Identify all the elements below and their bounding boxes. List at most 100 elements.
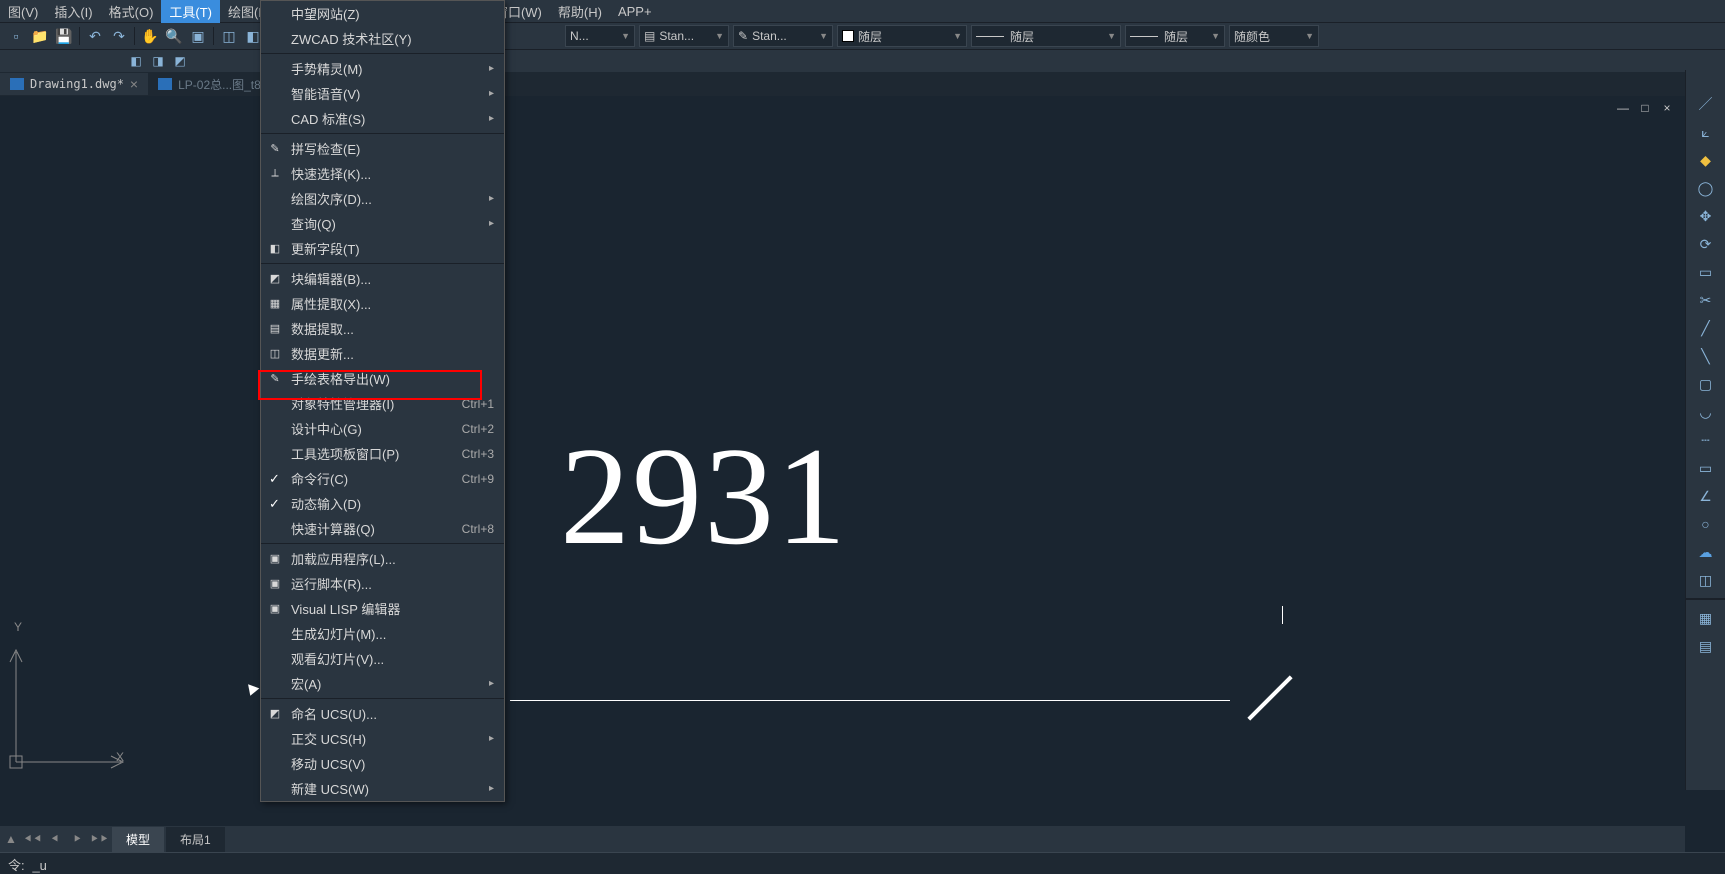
save-icon[interactable]: 💾 <box>53 25 75 47</box>
minimize-icon[interactable]: — <box>1615 100 1631 116</box>
plotstyle-dropdown[interactable]: 随颜色▼ <box>1229 25 1319 47</box>
line2-icon[interactable]: ╱ <box>1694 316 1718 340</box>
menu-insert[interactable]: 插入(I) <box>46 0 100 23</box>
undo-icon[interactable]: ↶ <box>84 25 106 47</box>
rect-icon[interactable]: ▭ <box>1694 260 1718 284</box>
dash-icon[interactable]: ┄ <box>1694 428 1718 452</box>
zoom-icon[interactable]: 🔍 <box>163 25 185 47</box>
menu-item[interactable]: ✎拼写检查(E) <box>261 136 504 161</box>
menu-item[interactable]: ▦属性提取(X)... <box>261 291 504 316</box>
menu-format[interactable]: 格式(O) <box>101 0 162 23</box>
menu-item[interactable]: 对象特性管理器(I)Ctrl+1 <box>261 391 504 416</box>
drawing-canvas[interactable]: 2931 Y X <box>0 96 1685 824</box>
textstyle-dropdown[interactable]: ▤Stan...▼ <box>639 25 729 47</box>
nav-last-icon[interactable]: ⯈⯈ <box>90 830 108 848</box>
menu-item[interactable]: 设计中心(G)Ctrl+2 <box>261 416 504 441</box>
doc-tab[interactable]: LP-02总...图_t8 <box>148 73 271 96</box>
layer-icon[interactable]: ◆ <box>1694 148 1718 172</box>
layout-tab-model[interactable]: 模型 <box>112 827 164 852</box>
menu-app[interactable]: APP+ <box>610 2 660 21</box>
close-icon[interactable]: × <box>1659 100 1675 116</box>
menu-separator <box>261 263 504 264</box>
menu-item[interactable]: ◫数据更新... <box>261 341 504 366</box>
menu-item[interactable]: ▣运行脚本(R)... <box>261 571 504 596</box>
line3-icon[interactable]: ╲ <box>1694 344 1718 368</box>
tool-icon[interactable]: ◨ <box>149 52 167 70</box>
nav-prev-icon[interactable]: ⯇⯇ <box>24 830 42 848</box>
circle-icon[interactable]: ◯ <box>1694 176 1718 200</box>
menu-item[interactable]: ⟂快速选择(K)... <box>261 161 504 186</box>
rotate-icon[interactable]: ⟳ <box>1694 232 1718 256</box>
tool-icon[interactable]: ◧ <box>127 52 145 70</box>
rect2-icon[interactable]: ▭ <box>1694 456 1718 480</box>
doc-tab-active[interactable]: Drawing1.dwg* × <box>0 73 148 95</box>
menu-item-label: 加载应用程序(L)... <box>291 549 396 568</box>
menu-item[interactable]: ✓命令行(C)Ctrl+9 <box>261 466 504 491</box>
menu-item[interactable]: ZWCAD 技术社区(Y) <box>261 26 504 51</box>
menu-item[interactable]: ◩块编辑器(B)... <box>261 266 504 291</box>
menu-item[interactable]: CAD 标准(S)▸ <box>261 106 504 131</box>
cloud-icon[interactable]: ☁ <box>1694 540 1718 564</box>
tool-icon[interactable]: ◩ <box>171 52 189 70</box>
menu-item-label: 命名 UCS(U)... <box>291 704 377 723</box>
lineweight-dropdown[interactable]: 随层▼ <box>1125 25 1225 47</box>
menu-item[interactable]: 宏(A)▸ <box>261 671 504 696</box>
command-line[interactable]: 令: _u <box>0 852 1725 874</box>
color-dropdown[interactable]: 随层▼ <box>837 25 967 47</box>
pan-icon[interactable]: ✋ <box>139 25 161 47</box>
submenu-arrow-icon: ▸ <box>489 63 494 74</box>
menu-item[interactable]: 新建 UCS(W)▸ <box>261 776 504 801</box>
menu-help[interactable]: 帮助(H) <box>550 0 610 23</box>
new-icon[interactable]: ▫ <box>5 25 27 47</box>
menu-item[interactable]: 生成幻灯片(M)... <box>261 621 504 646</box>
move-icon[interactable]: ✥ <box>1694 204 1718 228</box>
menu-item-shortcut: Ctrl+1 <box>462 397 494 411</box>
menu-view[interactable]: 图(V) <box>0 0 46 23</box>
nav-next-icon[interactable]: ⯈ <box>68 830 86 848</box>
zoom-window-icon[interactable]: ▣ <box>187 25 209 47</box>
angle-icon[interactable]: ∠ <box>1694 484 1718 508</box>
menu-item[interactable]: 绘图次序(D)...▸ <box>261 186 504 211</box>
menu-item[interactable]: 移动 UCS(V) <box>261 751 504 776</box>
nav-prev-icon[interactable]: ⯇ <box>46 830 64 848</box>
style-dropdown-1[interactable]: N...▼ <box>565 25 635 47</box>
menu-item[interactable]: 工具选项板窗口(P)Ctrl+3 <box>261 441 504 466</box>
menu-item[interactable]: ▣Visual LISP 编辑器 <box>261 596 504 621</box>
menu-item[interactable]: ◧更新字段(T) <box>261 236 504 261</box>
submenu-arrow-icon: ▸ <box>489 678 494 689</box>
line-icon[interactable]: ／ <box>1694 92 1718 116</box>
trim-icon[interactable]: ✂ <box>1694 288 1718 312</box>
menu-item[interactable]: 中望网站(Z) <box>261 1 504 26</box>
polyline-icon[interactable]: ⟀ <box>1694 120 1718 144</box>
frame-icon[interactable]: ◫ <box>1694 568 1718 592</box>
menu-item-icon: ▦ <box>267 296 283 312</box>
menu-item[interactable]: ▣加载应用程序(L)... <box>261 546 504 571</box>
menu-tools[interactable]: 工具(T) <box>161 0 220 23</box>
open-icon[interactable]: 📁 <box>29 25 51 47</box>
menu-item[interactable]: ▤数据提取... <box>261 316 504 341</box>
box-icon[interactable]: ▢ <box>1694 372 1718 396</box>
menu-item[interactable]: ◩命名 UCS(U)... <box>261 701 504 726</box>
menu-item-icon: ◫ <box>267 346 283 362</box>
circle2-icon[interactable]: ○ <box>1694 512 1718 536</box>
menu-item-icon: ⟂ <box>267 166 283 182</box>
menu-item[interactable]: 查询(Q)▸ <box>261 211 504 236</box>
menu-item[interactable]: ✓动态输入(D) <box>261 491 504 516</box>
linetype-dropdown[interactable]: 随层▼ <box>971 25 1121 47</box>
palette-icon[interactable]: ▦ <box>1694 606 1718 630</box>
menu-item[interactable]: 手势精灵(M)▸ <box>261 56 504 81</box>
arc-icon[interactable]: ◡ <box>1694 400 1718 424</box>
menu-item[interactable]: 智能语音(V)▸ <box>261 81 504 106</box>
palette2-icon[interactable]: ▤ <box>1694 634 1718 658</box>
maximize-icon[interactable]: □ <box>1637 100 1653 116</box>
misc-icon[interactable]: ◫ <box>218 25 240 47</box>
dimstyle-dropdown[interactable]: ✎Stan...▼ <box>733 25 833 47</box>
menu-item[interactable]: ✎手绘表格导出(W) <box>261 366 504 391</box>
layout-tab-layout1[interactable]: 布局1 <box>166 827 225 852</box>
close-icon[interactable]: × <box>130 76 138 92</box>
menu-item[interactable]: 快速计算器(Q)Ctrl+8 <box>261 516 504 541</box>
menu-item[interactable]: 正交 UCS(H)▸ <box>261 726 504 751</box>
nav-first-icon[interactable]: ▲ <box>2 830 20 848</box>
menu-item[interactable]: 观看幻灯片(V)... <box>261 646 504 671</box>
redo-icon[interactable]: ↷ <box>108 25 130 47</box>
